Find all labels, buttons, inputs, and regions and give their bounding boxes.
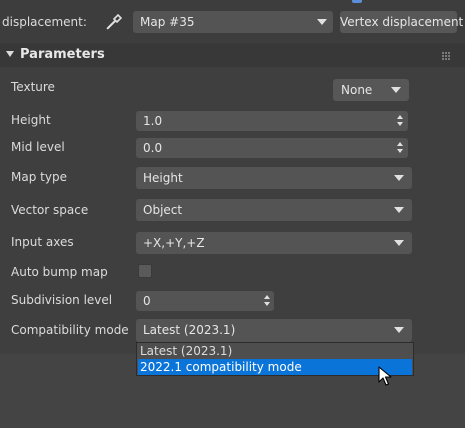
chevron-down-icon — [391, 87, 401, 93]
input-axes-select[interactable]: +X,+Y,+Z — [136, 232, 412, 254]
map-type-label: Map type — [11, 170, 67, 184]
texture-select[interactable]: None — [333, 79, 409, 101]
displacement-map-select[interactable]: Map #35 — [133, 11, 333, 33]
subdivision-value: 0 — [143, 294, 151, 308]
height-label: Height — [11, 113, 51, 127]
displacement-map-value: Map #35 — [140, 15, 195, 29]
spinner-arrows-icon[interactable] — [397, 115, 403, 126]
mid-level-value: 0.0 — [143, 141, 163, 155]
height-spinner[interactable]: 1.0 — [136, 111, 408, 131]
map-type-select[interactable]: Height — [136, 167, 412, 189]
input-axes-value: +X,+Y,+Z — [143, 236, 205, 250]
eyedropper-icon[interactable] — [103, 11, 125, 33]
active-tab-indicator — [352, 0, 362, 3]
chevron-down-icon — [394, 207, 404, 213]
compat-mode-label: Compatibility mode — [11, 323, 129, 337]
vector-space-select[interactable]: Object — [136, 199, 412, 221]
chevron-down-icon — [317, 19, 327, 25]
mid-level-spinner[interactable]: 0.0 — [136, 138, 408, 158]
spinner-arrows-icon[interactable] — [397, 142, 403, 153]
chevron-down-icon — [394, 240, 404, 246]
auto-bump-checkbox[interactable] — [138, 264, 152, 278]
texture-value: None — [341, 83, 373, 97]
chevron-down-icon — [394, 327, 404, 333]
mouse-cursor-icon — [378, 366, 394, 388]
compat-mode-dropdown: Latest (2023.1) 2022.1 compatibility mod… — [136, 342, 414, 376]
collapse-triangle-icon[interactable] — [6, 51, 14, 57]
dropdown-option-latest[interactable]: Latest (2023.1) — [138, 343, 412, 359]
mid-level-label: Mid level — [11, 140, 65, 154]
map-type-value: Height — [143, 171, 183, 185]
subdivision-label: Subdivision level — [11, 293, 113, 307]
height-value: 1.0 — [143, 114, 163, 128]
displacement-label: displacement: — [2, 15, 87, 29]
vector-space-value: Object — [143, 203, 183, 217]
vector-space-label: Vector space — [11, 203, 89, 217]
grip-icon[interactable] — [442, 49, 450, 60]
compat-mode-select[interactable]: Latest (2023.1) — [136, 319, 412, 342]
dropdown-option-2022[interactable]: 2022.1 compatibility mode — [138, 359, 412, 375]
chevron-down-icon — [394, 175, 404, 181]
compat-mode-value: Latest (2023.1) — [143, 323, 236, 337]
parameters-title: Parameters — [20, 47, 105, 62]
subdivision-spinner[interactable]: 0 — [136, 291, 274, 311]
texture-label: Texture — [11, 80, 55, 94]
vertex-displacement-button[interactable]: Vertex displacement — [340, 11, 463, 33]
auto-bump-label: Auto bump map — [11, 265, 108, 279]
input-axes-label: Input axes — [11, 235, 74, 249]
spinner-arrows-icon[interactable] — [264, 295, 270, 306]
